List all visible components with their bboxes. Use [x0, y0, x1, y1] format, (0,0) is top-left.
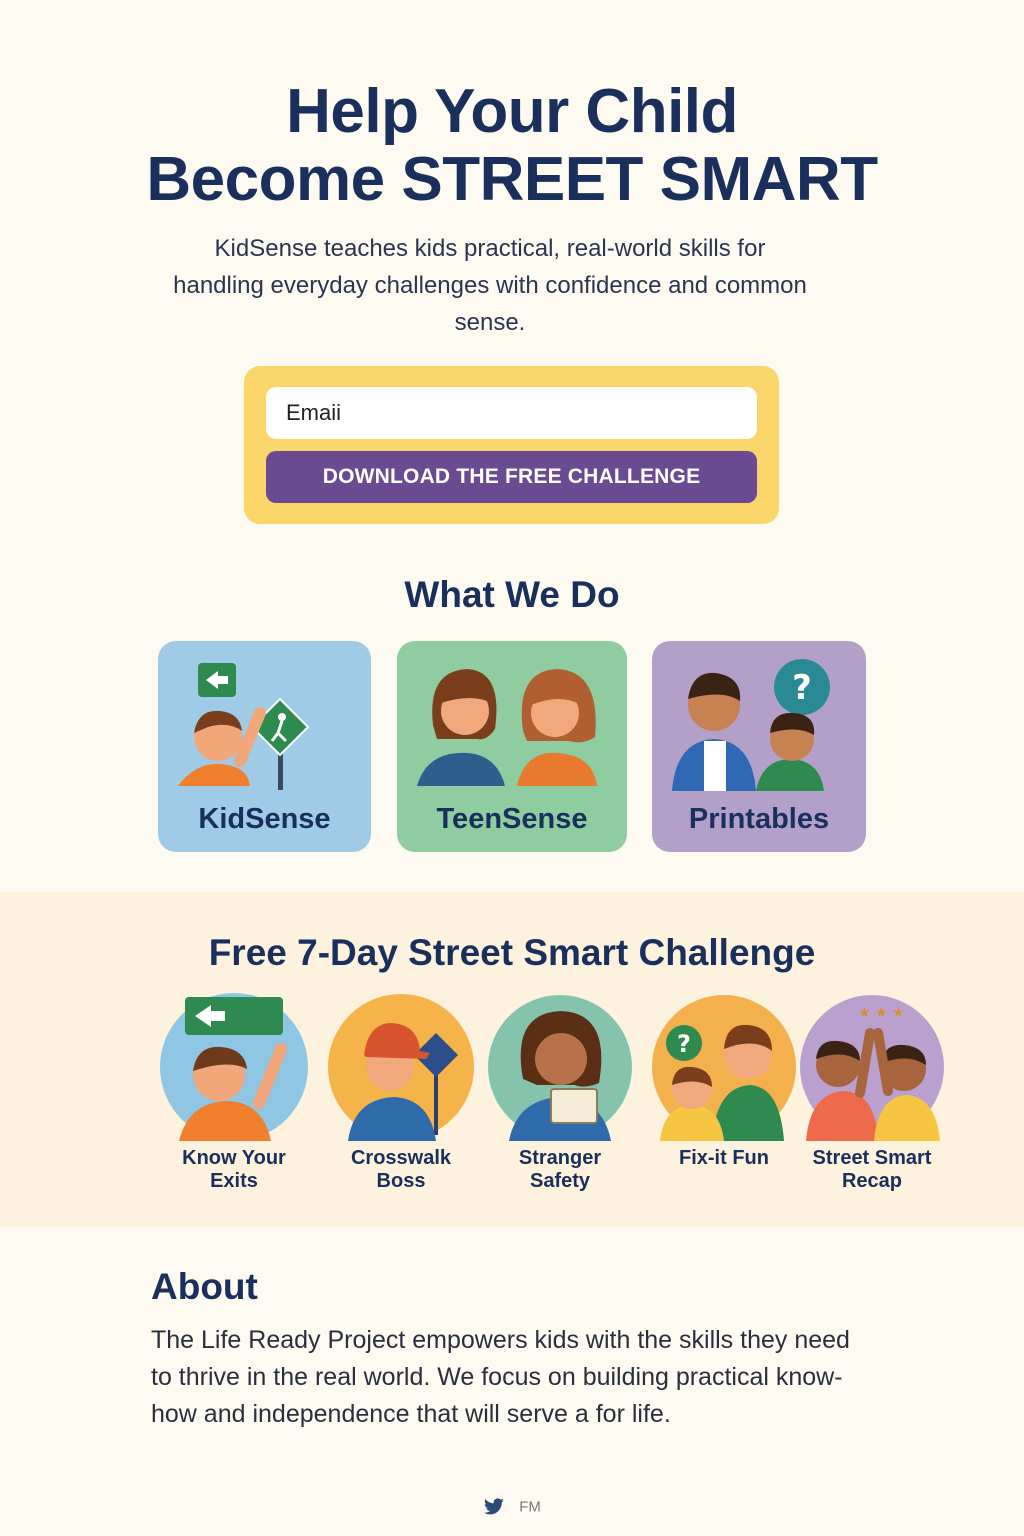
twitter-icon[interactable]: [483, 1498, 505, 1516]
day-label-line1: Street Smart: [812, 1147, 932, 1169]
challenge-day-fix-it-fun[interactable]: ? Fix-it Fun: [649, 993, 799, 1170]
day-label-line2: Recap: [841, 1170, 903, 1192]
hero-title: Help Your Child Become STREET SMART: [0, 78, 1024, 214]
day-label-line2: Safety: [529, 1170, 591, 1192]
card-kidsense[interactable]: KidSense: [158, 641, 371, 852]
challenge-day-label: Know Your Exits: [159, 1147, 309, 1193]
about-title: About: [151, 1266, 258, 1307]
challenge-day-crosswalk-boss[interactable]: Crosswalk Boss: [326, 993, 476, 1193]
svg-text:?: ?: [792, 668, 812, 708]
challenge-day-label: Stranger Safety: [485, 1147, 635, 1193]
stranger-safety-icon: [488, 995, 632, 1141]
download-challenge-button[interactable]: DOWNLOAD THE FREE CHALLENGE: [266, 451, 757, 503]
day-label-line1: Stranger: [518, 1147, 602, 1169]
question-icon: ?: [652, 995, 796, 1141]
svg-text:?: ?: [677, 1030, 691, 1058]
about-body: The Life Ready Project empowers kids wit…: [151, 1326, 850, 1428]
challenge-day-know-your-exits[interactable]: Know Your Exits: [159, 993, 309, 1193]
svg-text:★ ★ ★: ★ ★ ★: [858, 1005, 905, 1021]
card-label-kidsense: KidSense: [198, 803, 331, 835]
challenge-day-label: Crosswalk Boss: [326, 1147, 476, 1193]
day-label-line1: Crosswalk: [350, 1147, 452, 1169]
email-field[interactable]: [266, 387, 757, 439]
card-printables[interactable]: ? Printables: [652, 641, 866, 852]
card-teensense[interactable]: TeenSense: [397, 641, 627, 852]
day-label-line2: Boss: [376, 1170, 426, 1192]
high-five-icon: ★ ★ ★: [800, 995, 944, 1141]
day-label-line1: Know Your: [182, 1147, 286, 1169]
hero-title-line1: Help Your Child: [286, 77, 738, 146]
what-we-do-title: What We Do: [404, 574, 620, 615]
day-label-line1: Fix-it Fun: [679, 1147, 769, 1169]
day-label-line2: Exits: [210, 1170, 258, 1192]
card-label-teensense: TeenSense: [436, 803, 588, 835]
challenge-day-label: Street Smart Recap: [797, 1147, 947, 1193]
footer: FM: [0, 1498, 1024, 1516]
hero-title-line2: Become STREET SMART: [146, 145, 878, 214]
card-label-printables: Printables: [688, 803, 830, 835]
challenge-day-street-smart-recap[interactable]: ★ ★ ★ Street Smart Recap: [797, 993, 947, 1193]
hero-subtitle: KidSense teaches kids practical, real-wo…: [173, 235, 807, 336]
challenge-day-stranger-safety[interactable]: Stranger Safety: [485, 993, 635, 1193]
challenge-title: Free 7-Day Street Smart Challenge: [208, 932, 816, 973]
signup-box: DOWNLOAD THE FREE CHALLENGE: [244, 366, 779, 524]
challenge-day-label: Fix-it Fun: [649, 1147, 799, 1170]
footer-text: FM: [519, 1498, 541, 1516]
exit-sign-icon: [160, 993, 308, 1141]
crosswalk-icon: [328, 994, 474, 1141]
